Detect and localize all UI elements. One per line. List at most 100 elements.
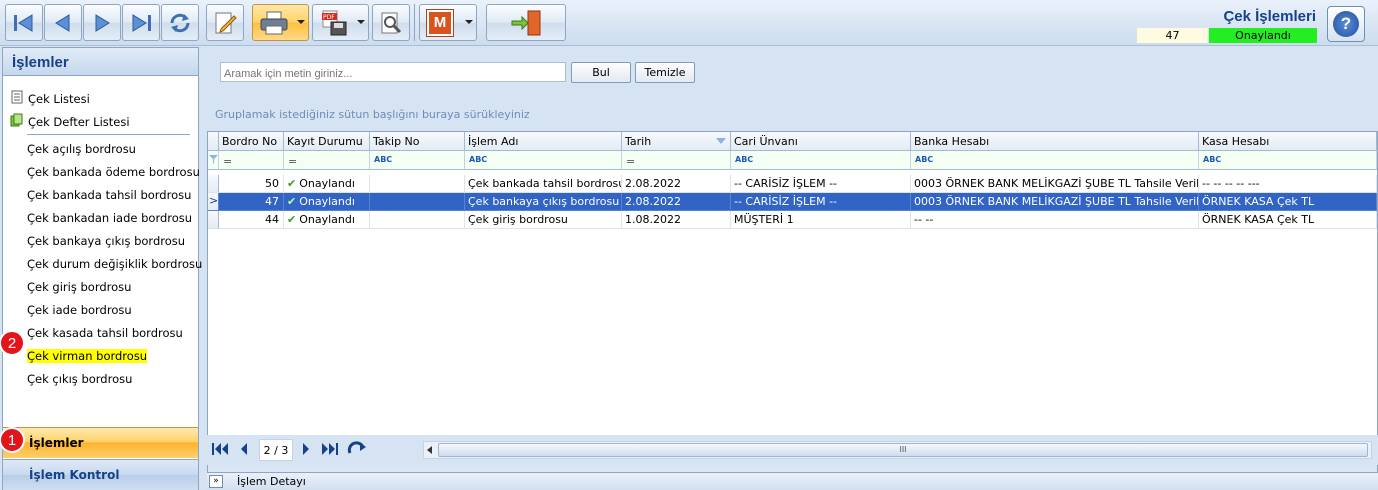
column-header-islem-adi[interactable]: İşlem Adı <box>465 132 622 151</box>
column-header-kasa-hesabi[interactable]: Kasa Hesabı <box>1199 132 1377 151</box>
scrollbar-thumb[interactable]: III <box>438 443 1368 457</box>
pager: 2 / 3 III <box>207 435 1378 465</box>
pager-last-icon <box>322 443 338 455</box>
cell-kasa-hesabi: ÖRNEK KASA Çek TL <box>1199 193 1377 211</box>
sidebar-item-cek-listesi[interactable]: Çek Listesi <box>3 87 198 110</box>
tools-button[interactable] <box>372 4 410 41</box>
sidebar-item-label: Çek Listesi <box>28 91 90 106</box>
m-button[interactable]: M <box>419 4 477 41</box>
group-panel-hint[interactable]: Gruplamak istediğiniz sütun başlığını bu… <box>215 108 530 121</box>
column-header-bordro-no[interactable]: Bordro No <box>219 132 284 151</box>
edit-button[interactable] <box>206 4 244 41</box>
sidebar-item-label: Çek bankadan iade bordrosu <box>27 210 193 225</box>
row-indicator <box>208 211 219 229</box>
help-button[interactable]: ? <box>1327 6 1365 42</box>
sidebar-item-label: Çek giriş bordrosu <box>27 279 132 294</box>
previous-record-button[interactable] <box>44 4 82 41</box>
table-row[interactable]: 44 ✔ Onaylandı Çek giriş bordrosu 1.08.20… <box>208 211 1377 229</box>
filter-cell-takip-no[interactable]: ABC <box>370 151 465 170</box>
pager-previous-button[interactable] <box>239 442 249 460</box>
sidebar-divider <box>27 134 190 135</box>
sidebar-item-cek-iade[interactable]: Çek iade bordrosu <box>3 298 198 321</box>
pdf-label: PDF <box>323 14 335 21</box>
sidebar-item-cek-durum-degisiklik[interactable]: Çek durum değişiklik bordrosu <box>3 252 202 275</box>
sidebar-item-cek-virman[interactable]: Çek virman bordrosu <box>3 344 198 367</box>
expand-icon[interactable]: » <box>209 475 223 488</box>
column-header-banka-hesabi[interactable]: Banka Hesabı <box>911 132 1199 151</box>
status-badge: Onaylandı <box>1209 28 1317 43</box>
filter-cell-banka-hesabi[interactable]: ABC <box>911 151 1199 170</box>
pager-first-button[interactable] <box>211 442 229 460</box>
sidebar-item-cek-cikis[interactable]: Çek çıkış bordrosu <box>3 367 198 390</box>
exit-button[interactable] <box>486 4 566 41</box>
next-record-button[interactable] <box>83 4 121 41</box>
edit-icon <box>212 10 238 36</box>
pager-next-button[interactable] <box>301 442 311 460</box>
next-record-icon <box>89 12 115 34</box>
cell-takip-no <box>370 193 465 211</box>
contains-operator-icon: ABC <box>735 155 754 164</box>
cell-banka-hesabi: 0003 ÖRNEK BANK MELİKGAZİ ŞUBE TL Tahsil… <box>911 193 1199 211</box>
print-button[interactable] <box>252 4 309 41</box>
find-button[interactable]: Bul <box>571 62 631 83</box>
record-count: 47 <box>1137 28 1208 43</box>
detail-panel-header[interactable]: » İşlem Detayı <box>207 472 1378 490</box>
filter-cell-kayit-durumu[interactable]: = <box>284 151 370 170</box>
equals-operator-icon: = <box>626 155 636 168</box>
table-row-selected[interactable]: > 47 ✔ Onaylandı Çek bankaya çıkış bordro… <box>208 193 1377 211</box>
sidebar-item-cek-bankaya-cikis[interactable]: Çek bankaya çıkış bordrosu <box>3 229 198 252</box>
m-dropdown-arrow[interactable] <box>465 20 473 24</box>
list-icon <box>10 90 24 107</box>
column-header-tarih[interactable]: Tarih <box>622 132 731 151</box>
contains-operator-icon: ABC <box>469 155 488 164</box>
filter-cell-bordro-no[interactable]: = <box>219 151 284 170</box>
column-header-kayit-durumu[interactable]: Kayıt Durumu <box>284 132 370 151</box>
row-indicator-arrow: > <box>208 193 219 211</box>
sidebar-item-cek-kasada-tahsil[interactable]: Çek kasada tahsil bordrosu <box>3 321 198 344</box>
print-dropdown-arrow[interactable] <box>297 20 305 24</box>
pager-refresh-button[interactable] <box>347 441 367 461</box>
sidebar-item-cek-giris[interactable]: Çek giriş bordrosu <box>3 275 198 298</box>
clear-button[interactable]: Temizle <box>635 62 695 83</box>
filter-cell-islem-adi[interactable]: ABC <box>465 151 622 170</box>
pager-last-button[interactable] <box>321 442 339 460</box>
checkmark-icon: ✔ <box>287 213 297 226</box>
column-header-takip-no[interactable]: Takip No <box>370 132 465 151</box>
sidebar-item-cek-defter-listesi[interactable]: Çek Defter Listesi <box>3 110 198 133</box>
filter-cell-tarih[interactable]: = <box>622 151 731 170</box>
pdf-dropdown-arrow[interactable] <box>357 20 365 24</box>
filter-cell-cari-unvani[interactable]: ABC <box>731 151 911 170</box>
pdf-save-button[interactable]: PDF <box>312 4 369 41</box>
sidebar-item-cek-bankada-tahsil[interactable]: Çek bankada tahsil bordrosu <box>3 183 198 206</box>
page-indicator[interactable]: 2 / 3 <box>259 439 293 461</box>
equals-operator-icon: = <box>288 155 298 168</box>
cell-kayit-durumu: ✔ Onaylandı <box>284 193 370 211</box>
cell-kasa-hesabi: -- -- -- -- --- <box>1199 175 1377 193</box>
refresh-icon <box>167 11 193 35</box>
sidebar-tab-islem-kontrol[interactable]: İşlem Kontrol <box>3 459 198 490</box>
sidebar-tab-islemler[interactable]: İşlemler <box>3 427 198 458</box>
sidebar-item-cek-bankada-odeme[interactable]: Çek bankada ödeme bordrosu <box>3 160 200 183</box>
horizontal-scrollbar[interactable]: III <box>423 441 1372 459</box>
filter-cell-kasa-hesabi[interactable]: ABC <box>1199 151 1377 170</box>
last-record-button[interactable] <box>122 4 160 41</box>
sidebar-item-cek-acilis[interactable]: Çek açılış bordrosu <box>3 137 198 160</box>
previous-record-icon <box>50 12 76 34</box>
scroll-left-arrow[interactable] <box>427 446 432 454</box>
cell-cari-unvani: -- CARİSİZ İŞLEM -- <box>731 193 911 211</box>
sidebar-item-label: Çek durum değişiklik bordrosu <box>27 256 203 271</box>
cell-takip-no <box>370 175 465 193</box>
first-record-button[interactable] <box>5 4 43 41</box>
m-icon: M <box>426 8 454 37</box>
pager-next-icon <box>303 443 309 455</box>
sidebar-item-label: Çek virman bordrosu <box>27 348 148 363</box>
search-input[interactable] <box>220 62 566 82</box>
cell-kayit-durumu: ✔ Onaylandı <box>284 175 370 193</box>
sidebar-tab-label: İşlem Kontrol <box>29 468 120 482</box>
header-indicator <box>208 132 219 151</box>
table-row[interactable]: 50 ✔ Onaylandı Çek bankada tahsil bordros… <box>208 175 1377 193</box>
refresh-button[interactable] <box>161 4 199 41</box>
sidebar-item-cek-bankadan-iade[interactable]: Çek bankadan iade bordrosu <box>3 206 198 229</box>
column-header-cari-unvani[interactable]: Cari Ünvanı <box>731 132 911 151</box>
sort-descending-icon <box>716 138 726 144</box>
